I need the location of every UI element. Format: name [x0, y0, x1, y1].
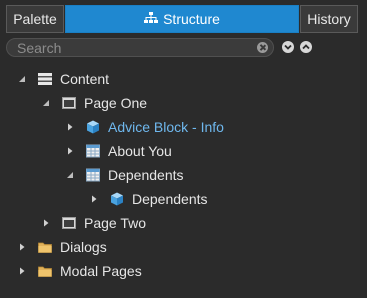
tab-palette[interactable]: Palette [6, 5, 64, 33]
search-box [6, 38, 274, 57]
expand-arrow-icon[interactable] [16, 241, 28, 253]
tab-history-label: History [307, 11, 351, 27]
table-icon [86, 168, 100, 182]
tree-item-label: Modal Pages [60, 263, 142, 279]
tree-item-label: About You [108, 143, 172, 159]
tree-item-dialogs[interactable]: Dialogs [16, 236, 107, 258]
tree-item-about-you[interactable]: About You [64, 140, 172, 162]
expand-all-icon[interactable] [282, 41, 294, 53]
collapse-arrow-icon[interactable] [40, 97, 52, 109]
sitemap-icon [144, 12, 159, 23]
tree-item-page-two[interactable]: Page Two [40, 212, 146, 234]
collapse-arrow-icon[interactable] [64, 169, 76, 181]
tab-palette-label: Palette [13, 11, 57, 27]
tree-item-label: Dialogs [60, 239, 107, 255]
folder-icon [38, 242, 52, 253]
tree-item-label: Page One [84, 95, 148, 111]
search-input[interactable] [17, 39, 252, 56]
collapse-arrow-icon[interactable] [16, 73, 28, 85]
page-icon [62, 97, 76, 109]
tree-item-label: Advice Block - Info [108, 119, 224, 135]
stack-icon [38, 73, 52, 85]
tree-item-content[interactable]: Content [16, 68, 109, 90]
tree-item-label: Dependents [108, 167, 184, 183]
clear-search-icon[interactable] [257, 42, 268, 53]
expand-arrow-icon[interactable] [16, 265, 28, 277]
cube-icon [111, 192, 123, 206]
tree-item-label: Content [60, 71, 110, 87]
expand-arrow-icon[interactable] [40, 217, 52, 229]
tab-history[interactable]: History [300, 5, 358, 33]
tree-item-dependents-child[interactable]: Dependents [88, 188, 208, 210]
tab-structure[interactable]: Structure [65, 5, 299, 33]
tree-item-page-one[interactable]: Page One [40, 92, 147, 114]
table-icon [86, 144, 100, 158]
tab-structure-label: Structure [163, 11, 220, 27]
tree-item-advice-block[interactable]: Advice Block - Info [64, 116, 224, 138]
collapse-all-icon[interactable] [300, 41, 312, 53]
expand-arrow-icon[interactable] [64, 121, 76, 133]
expand-arrow-icon[interactable] [64, 145, 76, 157]
structure-panel: Palette Structure History Search Content… [0, 0, 367, 298]
cube-icon [87, 120, 99, 134]
panel-tabs: Palette Structure History [0, 5, 367, 33]
tree-item-modal-pages[interactable]: Modal Pages [16, 260, 142, 282]
tree-item-dependents-group[interactable]: Dependents [64, 164, 184, 186]
tree-item-label: Dependents [132, 191, 208, 207]
page-icon [62, 217, 76, 229]
expand-arrow-icon[interactable] [88, 193, 100, 205]
folder-icon [38, 266, 52, 277]
tree-item-label: Page Two [84, 215, 147, 231]
